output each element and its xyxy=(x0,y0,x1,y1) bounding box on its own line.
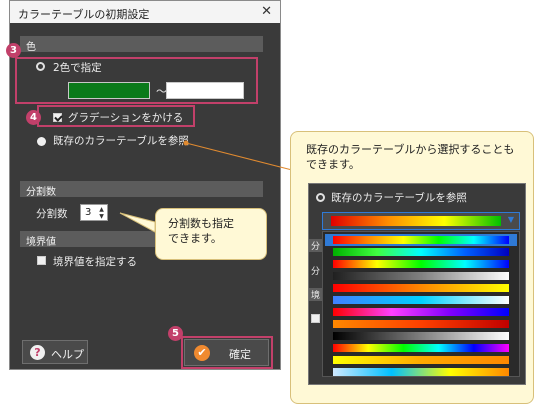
dropdown-selected-gradient xyxy=(331,216,501,226)
inset-bg-checkbox xyxy=(311,314,320,323)
color-table-option[interactable] xyxy=(333,308,509,316)
dialog-title: カラーテーブルの初期設定 xyxy=(18,8,150,21)
color-table-option[interactable] xyxy=(333,272,509,280)
divisions-callout-line-1: 分割数も指定 xyxy=(168,217,234,230)
color-table-option[interactable] xyxy=(333,368,509,376)
divisions-section-header: 分割数 xyxy=(20,181,263,198)
existing-table-radio[interactable] xyxy=(37,137,46,146)
color-highlight-box xyxy=(15,57,258,104)
color-table-option[interactable] xyxy=(333,296,509,304)
help-button[interactable]: ? ヘルプ xyxy=(22,340,88,364)
inset-radio-label: 既存のカラーテーブルを参照 xyxy=(331,192,467,204)
existing-table-label: 既存のカラーテーブルを参照 xyxy=(53,135,189,147)
color-table-option[interactable] xyxy=(333,260,509,268)
step-badge-3: 3 xyxy=(6,43,21,58)
gradation-highlight-box xyxy=(37,105,195,127)
boundary-checkbox[interactable] xyxy=(37,256,46,265)
ok-highlight-box xyxy=(181,336,273,369)
color-table-dropdown[interactable]: ▼ xyxy=(322,212,520,230)
inset-bg-header-1: 分 xyxy=(309,239,323,252)
color-table-option[interactable] xyxy=(333,320,509,328)
color-table-option[interactable] xyxy=(333,332,509,340)
step-badge-5: 5 xyxy=(168,326,183,341)
divisions-callout: 分割数も指定 できます。 xyxy=(155,208,267,260)
divisions-callout-line-2: できます。 xyxy=(168,232,222,245)
inset-existing-radio[interactable] xyxy=(316,193,325,202)
help-icon: ? xyxy=(30,345,45,360)
help-label: ヘルプ xyxy=(51,348,84,361)
divisions-value: 3 xyxy=(85,207,92,218)
divisions-label: 分割数 xyxy=(36,208,68,220)
chevron-down-icon[interactable]: ▼ xyxy=(508,215,514,224)
inset-bg-label: 分 xyxy=(311,267,321,277)
color-table-option-gradient xyxy=(333,236,509,244)
existing-callout-line-1: 既存のカラーテーブルから選択することも xyxy=(306,143,515,156)
color-table-option[interactable] xyxy=(333,356,509,364)
color-section-header: 色 xyxy=(20,36,263,53)
existing-callout-line-2: できます。 xyxy=(306,158,360,171)
divisions-stepper[interactable]: 3 ▲ ▼ xyxy=(80,204,108,221)
inset-bg-header-2: 境 xyxy=(309,288,323,301)
close-icon[interactable]: ✕ xyxy=(261,4,272,19)
stepper-up-icon[interactable]: ▲ xyxy=(97,206,106,213)
color-table-option[interactable] xyxy=(325,234,517,246)
color-table-option[interactable] xyxy=(333,248,509,256)
step-badge-4: 4 xyxy=(26,110,41,125)
color-table-list[interactable] xyxy=(322,231,520,377)
boundary-label: 境界値を指定する xyxy=(53,256,137,268)
stepper-down-icon[interactable]: ▼ xyxy=(97,213,106,220)
color-table-option[interactable] xyxy=(333,344,509,352)
color-table-option[interactable] xyxy=(333,284,509,292)
dialog-titlebar: カラーテーブルの初期設定 ✕ xyxy=(10,1,280,23)
